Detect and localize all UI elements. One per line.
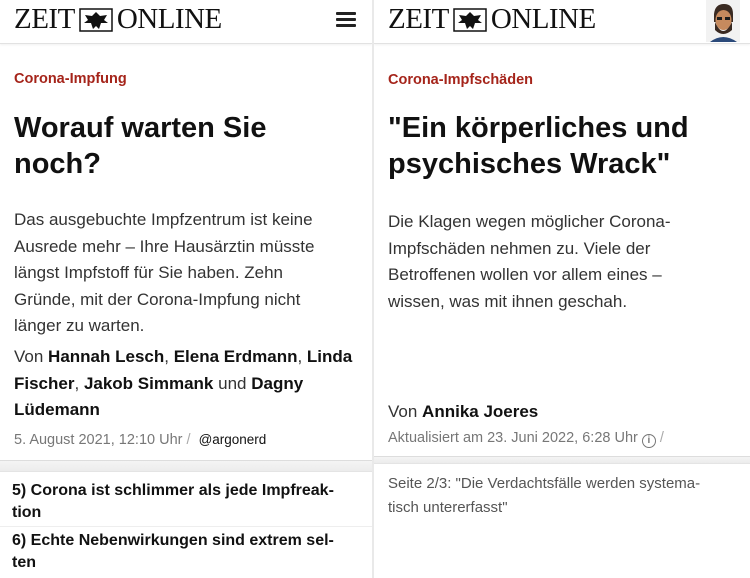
toc-item-line: 6) Echte Nebenwirkungen sind extrem sel- — [12, 532, 334, 549]
logo-text-online: ONLINE — [116, 3, 222, 35]
toc-item[interactable]: 6) Echte Nebenwirkungen sind extrem sel-… — [12, 530, 357, 574]
article-teaser: Die Klagen wegen möglicher Corona- Impfs… — [388, 209, 738, 315]
zeit-online-logo[interactable]: ZEIT ONLINE — [388, 3, 596, 36]
updated-date: Aktualisiert am 23. Juni 2022, 6:28 Uhr — [388, 430, 638, 446]
byline: Von Annika Joeres — [388, 399, 738, 426]
teaser-line: länger zu warten. — [14, 316, 145, 335]
meta-separator: / — [186, 432, 191, 448]
info-icon[interactable]: i — [641, 434, 656, 448]
logo-text-zeit: ZEIT — [388, 3, 449, 35]
article-kicker: Corona-Impfung — [14, 71, 127, 87]
publish-date: 5. August 2021, 12:10 Uhr — [14, 432, 183, 448]
section-divider — [0, 460, 372, 472]
article-headline[interactable]: "Ein körperliches und psychisches Wrack" — [388, 110, 733, 182]
page-note-line: Seite 2/3: "Die Verdachtsfälle werden sy… — [388, 475, 701, 492]
teaser-line: längst Impfstoff für Sie haben. Zehn — [14, 263, 284, 282]
teaser-line: Betroffenen wollen vor allem eines – — [388, 265, 662, 284]
eagle-emblem-icon — [79, 7, 113, 32]
article-kicker: Corona-Impfschäden — [388, 72, 534, 88]
headline-line: Worauf warten Sie — [14, 112, 267, 144]
left-article-panel: ZEIT ONLINE Corona-Impfung Worauf warten… — [0, 0, 372, 578]
article-headline[interactable]: Worauf warten Sie noch? — [14, 110, 359, 182]
article-meta: 5. August 2021, 12:10 Uhr / @argonerd — [14, 432, 266, 448]
site-header: ZEIT ONLINE — [0, 0, 372, 44]
author-link[interactable]: Jakob Simmank — [84, 374, 213, 393]
byline-prefix: Von — [388, 402, 418, 421]
article-meta: Aktualisiert am 23. Juni 2022, 6:28 Uhr i… — [388, 430, 668, 448]
logo-text-zeit: ZEIT — [14, 3, 75, 35]
zeit-online-logo[interactable]: ZEIT ONLINE — [14, 3, 222, 36]
user-avatar-icon[interactable] — [706, 0, 740, 42]
logo-text-online: ONLINE — [490, 3, 596, 35]
twitter-handle-watermark: @argonerd — [198, 432, 267, 447]
page-note-line: tisch untererfasst" — [388, 499, 508, 516]
teaser-line: Die Klagen wegen möglicher Corona- — [388, 212, 671, 231]
toc-item[interactable]: 5) Corona ist schlimmer als jede Impfrea… — [12, 480, 357, 524]
article-teaser: Das ausgebuchte Impfzentrum ist keine Au… — [14, 207, 364, 340]
author-link[interactable]: Elena Erdmann — [174, 347, 298, 366]
byline-conjunction: und — [218, 373, 247, 393]
teaser-line: Das ausgebuchte Impfzentrum ist keine — [14, 210, 313, 229]
toc-item-line: ten — [12, 554, 36, 571]
toc-divider — [0, 526, 372, 527]
author-link[interactable]: Annika Joeres — [422, 402, 538, 421]
headline-line: psychisches Wrack" — [388, 148, 671, 180]
teaser-line: Ausrede mehr – Ihre Hausärztin müsste — [14, 236, 315, 256]
headline-line: noch? — [14, 148, 101, 180]
headline-line: "Ein körperliches und — [388, 112, 689, 144]
meta-separator: / — [659, 430, 664, 446]
teaser-line: Gründe, mit der Corona-Impfung nicht — [14, 289, 301, 309]
page-navigation-note[interactable]: Seite 2/3: "Die Verdachtsfälle werden sy… — [388, 472, 738, 520]
right-article-panel: ZEIT ONLINE Corona-Impfschäden "Ein körp… — [374, 0, 750, 578]
teaser-line: wissen, was mit ihnen geschah. — [388, 291, 628, 311]
toc-item-line: 5) Corona ist schlimmer als jede Impfrea… — [12, 482, 334, 499]
toc-item-line: tion — [12, 504, 42, 521]
section-divider — [374, 456, 750, 464]
teaser-line: Impfschäden nehmen zu. Viele der — [388, 238, 651, 258]
author-link[interactable]: Hannah Lesch — [48, 347, 164, 366]
hamburger-menu-icon[interactable] — [336, 12, 356, 28]
eagle-emblem-icon — [453, 7, 487, 32]
site-header: ZEIT ONLINE — [374, 0, 750, 44]
byline-prefix: Von — [14, 347, 44, 366]
byline: Von Hannah Lesch, Elena Erdmann, Linda F… — [14, 347, 353, 419]
